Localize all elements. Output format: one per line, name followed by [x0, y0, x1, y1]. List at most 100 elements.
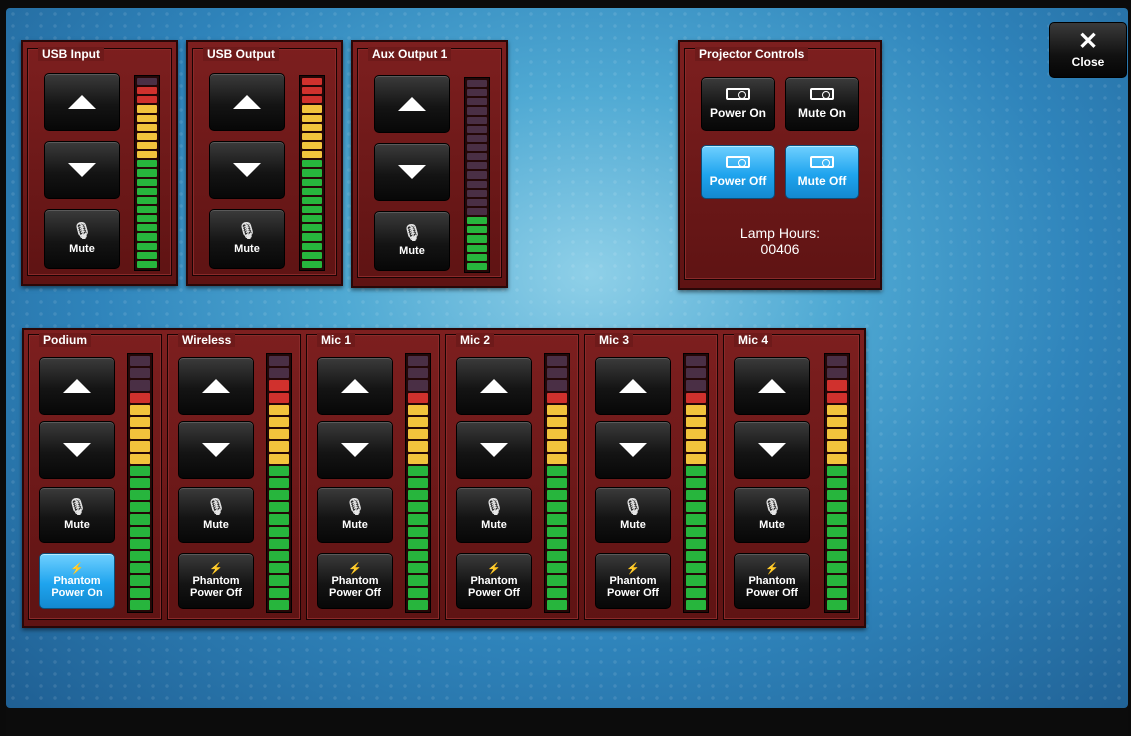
volume-up-button[interactable] — [374, 75, 450, 133]
volume-down-button[interactable] — [317, 421, 393, 479]
projector-power-on-button[interactable]: Power On — [701, 77, 775, 131]
arrow-up-icon — [398, 97, 426, 111]
level-meter — [544, 353, 570, 613]
mic-mute-icon: 🎙 — [66, 498, 88, 516]
phantom-label: Phantom Power Off — [329, 574, 381, 599]
mute-button[interactable]: 🎙 Mute — [456, 487, 532, 543]
volume-up-button[interactable] — [44, 73, 120, 131]
meter-segment — [137, 151, 157, 159]
phantom-power-button[interactable]: ⚡ Phantom Power Off — [317, 553, 393, 609]
volume-up-button[interactable] — [456, 357, 532, 415]
meter-segment — [302, 151, 322, 159]
volume-down-button[interactable] — [44, 141, 120, 199]
meter-segment — [408, 563, 428, 574]
mute-label: Mute — [759, 518, 785, 531]
volume-down-button[interactable] — [39, 421, 115, 479]
meter-segment — [467, 226, 487, 234]
meter-segment — [269, 538, 289, 549]
arrow-down-icon — [68, 163, 96, 177]
meter-segment — [269, 575, 289, 586]
meter-segment — [137, 260, 157, 268]
meter-segment — [302, 178, 322, 186]
mute-button[interactable]: 🎙 Mute — [178, 487, 254, 543]
meter-segment — [302, 96, 322, 104]
arrow-up-icon — [341, 379, 369, 393]
button-label: Mute On — [798, 106, 846, 120]
volume-down-button[interactable] — [178, 421, 254, 479]
mute-button[interactable]: 🎙 Mute — [317, 487, 393, 543]
phantom-power-button[interactable]: ⚡ Phantom Power On — [39, 553, 115, 609]
meter-segment — [269, 465, 289, 476]
projector-panel: Projector Controls Power On Mute On Powe… — [684, 47, 876, 280]
channel-title: Mic 3 — [595, 333, 634, 347]
phantom-power-button[interactable]: ⚡ Phantom Power Off — [734, 553, 810, 609]
volume-up-button[interactable] — [595, 357, 671, 415]
meter-segment — [302, 251, 322, 259]
volume-up-button[interactable] — [39, 357, 115, 415]
projector-mute-off-button[interactable]: Mute Off — [785, 145, 859, 199]
channel-mic-4: Mic 4 🎙 Mute ⚡ Phantom Power Off — [723, 333, 860, 620]
meter-segment — [269, 526, 289, 537]
meter-segment — [467, 253, 487, 261]
arrow-up-icon — [233, 95, 261, 109]
volume-up-button[interactable] — [317, 357, 393, 415]
meter-segment — [302, 242, 322, 250]
meter-segment — [137, 96, 157, 104]
meter-segment — [408, 356, 428, 367]
meter-segment — [408, 429, 428, 440]
meter-segment — [302, 160, 322, 168]
meter-segment — [302, 205, 322, 214]
meter-segment — [467, 198, 487, 206]
projector-mute-on-button[interactable]: Mute On — [785, 77, 859, 131]
mute-label: Mute — [620, 518, 646, 531]
volume-down-button[interactable] — [456, 421, 532, 479]
meter-segment — [827, 514, 847, 525]
volume-up-button[interactable] — [209, 73, 285, 131]
meter-segment — [269, 392, 289, 403]
meter-segment — [547, 526, 567, 537]
mute-button[interactable]: 🎙 Mute — [734, 487, 810, 543]
meter-segment — [408, 368, 428, 379]
meter-segment — [686, 490, 706, 501]
meter-segment — [269, 490, 289, 501]
volume-down-button[interactable] — [209, 141, 285, 199]
meter-segment — [547, 477, 567, 489]
mute-button[interactable]: 🎙 Mute — [44, 209, 120, 269]
group-usb-input: USB Input 🎙 Mute — [21, 40, 178, 286]
mute-button[interactable]: 🎙 Mute — [39, 487, 115, 543]
phantom-power-button[interactable]: ⚡ Phantom Power Off — [178, 553, 254, 609]
volume-up-button[interactable] — [178, 357, 254, 415]
phantom-power-button[interactable]: ⚡ Phantom Power Off — [456, 553, 532, 609]
volume-up-button[interactable] — [734, 357, 810, 415]
meter-segment — [269, 599, 289, 610]
volume-down-button[interactable] — [374, 143, 450, 201]
arrow-down-icon — [480, 443, 508, 457]
phantom-power-button[interactable]: ⚡ Phantom Power Off — [595, 553, 671, 609]
meter-segment — [467, 80, 487, 88]
meter-segment — [827, 551, 847, 562]
meter-segment — [686, 368, 706, 379]
meter-segment — [467, 116, 487, 124]
volume-down-button[interactable] — [595, 421, 671, 479]
meter-segment — [467, 262, 487, 270]
projector-power-off-button[interactable]: Power Off — [701, 145, 775, 199]
meter-segment — [302, 141, 322, 150]
meter-segment — [827, 490, 847, 501]
volume-down-button[interactable] — [734, 421, 810, 479]
channel-title: Wireless — [178, 333, 236, 347]
mute-button[interactable]: 🎙 Mute — [209, 209, 285, 269]
mute-label: Mute — [399, 244, 425, 257]
mute-button[interactable]: 🎙 Mute — [374, 211, 450, 271]
mute-button[interactable]: 🎙 Mute — [595, 487, 671, 543]
meter-segment — [137, 224, 157, 232]
meter-segment — [547, 575, 567, 586]
meter-segment — [827, 587, 847, 598]
meter-segment — [467, 189, 487, 197]
meter-segment — [467, 207, 487, 216]
meter-segment — [547, 356, 567, 367]
close-button[interactable]: ✕ Close — [1049, 22, 1127, 78]
button-label: Mute Off — [797, 174, 847, 188]
arrow-down-icon — [202, 443, 230, 457]
meter-segment — [130, 429, 150, 440]
mute-label: Mute — [203, 518, 229, 531]
